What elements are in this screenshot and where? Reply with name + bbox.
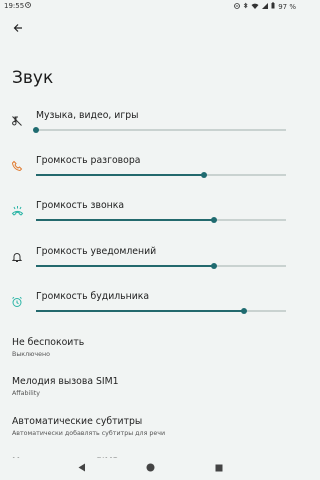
preference-title: Не беспокоить (12, 337, 85, 348)
volume-row: Музыка, видео, игры (0, 110, 300, 155)
status-bar: 19:55 97 % (0, 0, 300, 13)
wifi-icon (251, 3, 259, 11)
slider-track (36, 129, 286, 131)
volume-label: Музыка, видео, игры (36, 110, 139, 121)
volume-label: Громкость уведомлений (36, 246, 157, 257)
status-time: 19:55 (4, 2, 25, 10)
ringer-icon (11, 202, 25, 216)
slider-fill (36, 219, 214, 221)
preference-item[interactable]: Мелодия вызова SIM1 Affability (12, 376, 292, 397)
page-title: Звук (12, 68, 54, 88)
volume-row: Громкость уведомлений (0, 246, 300, 291)
volume-label: Громкость будильника (36, 291, 150, 302)
nav-recents-icon[interactable] (215, 464, 223, 475)
preference-summary: Автоматически добавлять субтитры для реч… (12, 430, 166, 437)
navigation-bar (0, 458, 300, 480)
phone-icon (11, 157, 25, 172)
slider-thumb[interactable] (33, 126, 39, 133)
alarm-icon (11, 293, 25, 307)
muted-note-icon (11, 112, 25, 126)
preference-title: Автоматические субтитры (12, 416, 143, 427)
battery-icon (271, 2, 275, 11)
status-icons: 97 % (234, 2, 296, 11)
volume-slider[interactable] (36, 307, 286, 314)
dnd-status-icon (234, 2, 241, 11)
volume-label: Громкость разговора (36, 155, 141, 166)
slider-thumb[interactable] (200, 171, 207, 178)
bluetooth-icon (243, 2, 248, 11)
preference-title: Мелодия вызова SIM1 (12, 376, 119, 387)
slider-fill (36, 310, 244, 312)
volume-row: Громкость будильника (0, 291, 300, 336)
nav-back-icon[interactable] (78, 463, 86, 475)
volume-slider[interactable] (36, 216, 286, 223)
slider-fill (36, 265, 214, 267)
back-button[interactable] (8, 20, 28, 36)
arrow-back-icon (13, 24, 22, 32)
preference-item[interactable]: Автоматические субтитры Автоматически до… (12, 416, 292, 437)
battery-percent: 97 % (278, 2, 296, 11)
volume-row: Громкость звонка (0, 200, 300, 245)
volume-slider[interactable] (36, 171, 286, 178)
clock-icon (25, 2, 31, 10)
slider-thumb[interactable] (210, 262, 217, 269)
volume-label: Громкость звонка (36, 200, 125, 211)
slider-thumb[interactable] (210, 216, 217, 223)
volume-slider[interactable] (33, 126, 286, 133)
bell-icon (11, 248, 25, 262)
preference-summary: Affability (12, 390, 40, 397)
slider-fill (36, 174, 204, 176)
nav-home-icon[interactable] (146, 463, 155, 475)
preference-item[interactable]: Не беспокоить Выключено (12, 337, 292, 358)
volume-row: Громкость разговора (0, 155, 300, 200)
slider-thumb[interactable] (240, 307, 247, 314)
preference-summary: Выключено (12, 351, 50, 358)
cellular-icon (262, 2, 269, 11)
volume-slider[interactable] (36, 262, 286, 269)
